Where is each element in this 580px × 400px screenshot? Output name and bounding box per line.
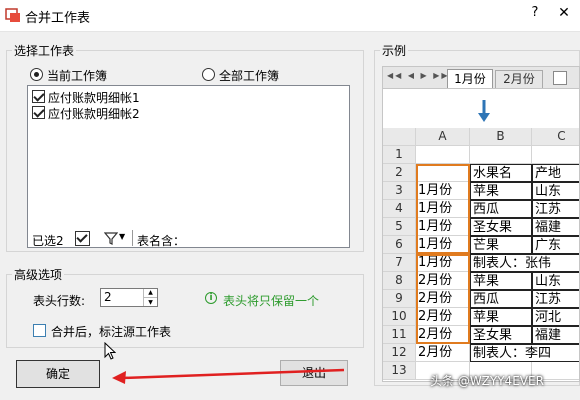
info-icon: i xyxy=(205,292,217,304)
down-arrow-icon xyxy=(478,100,490,122)
cell-c: 福建 xyxy=(532,218,579,236)
row-number: 9 xyxy=(383,290,416,308)
list-item-label: 应付账款明细帐2 xyxy=(48,107,140,121)
cell-c: 广东 xyxy=(532,236,579,254)
list-item-label: 应付账款明细帐1 xyxy=(48,91,140,105)
cell-c: 福建 xyxy=(532,326,579,344)
cell-b xyxy=(470,146,532,164)
window-title: 合并工作表 xyxy=(25,11,91,26)
sheet-list[interactable]: 应付账款明细帐1 应付账款明细帐2 xyxy=(27,85,350,248)
tab-nav-icons: ◀◀ ◀ ▶ ▶▶ xyxy=(387,71,450,80)
header-rows-value: 2 xyxy=(104,290,112,304)
cell-b: 制表人：张伟 xyxy=(470,254,579,272)
cell-c xyxy=(532,146,579,164)
cell-c: 江苏 xyxy=(532,290,579,308)
mouse-cursor-icon xyxy=(104,342,116,360)
advanced-options-title: 高级选项 xyxy=(12,266,65,283)
separator xyxy=(132,230,133,246)
row-number: 7 xyxy=(383,254,416,272)
row-number: 11 xyxy=(383,326,416,344)
row-number: 8 xyxy=(383,272,416,290)
radio-dot xyxy=(30,68,43,81)
select-all-checkbox[interactable] xyxy=(75,231,90,246)
red-arrow-annotation xyxy=(112,368,345,384)
cell-c: 山东 xyxy=(532,272,579,290)
filter-dropdown[interactable]: ▼ xyxy=(103,229,129,247)
row-number: 12 xyxy=(383,344,416,362)
col-header-c: C xyxy=(532,128,579,146)
new-sheet-icon xyxy=(553,71,567,85)
example-title: 示例 xyxy=(380,42,409,59)
cell-b: 圣女果 xyxy=(470,218,532,236)
chevron-down-icon: ▼ xyxy=(119,232,126,241)
cell-c: 产地 xyxy=(532,164,579,182)
cell-b: 西瓜 xyxy=(470,290,532,308)
radio-current-workbook[interactable]: 当前工作簿 xyxy=(30,67,170,83)
cell-b: 苹果 xyxy=(470,308,532,326)
col-header-b: B xyxy=(470,128,532,146)
cell-b: 水果名 xyxy=(470,164,532,182)
example-spreadsheet: ◀◀ ◀ ▶ ▶▶ 1月份 2月份 A B C 1 2 水果名 产地 3 1月份 苹果 山东 4… xyxy=(382,66,580,382)
col-header-a: A xyxy=(416,128,470,146)
corner-cell xyxy=(383,128,416,146)
select-sheets-title: 选择工作表 xyxy=(12,42,77,59)
sheet-tab-2-label: 2月份 xyxy=(503,72,535,86)
cell-b: 西瓜 xyxy=(470,200,532,218)
radio-all-workbooks[interactable]: 全部工作簿 xyxy=(202,67,342,83)
sheet-tab-bar: ◀◀ ◀ ▶ ▶▶ 1月份 2月份 xyxy=(383,67,579,89)
selected-count: 已选2 xyxy=(32,234,64,248)
cell-c: 山东 xyxy=(532,182,579,200)
highlight-box-feb xyxy=(416,254,470,344)
info-text: 表头将只保留一个 xyxy=(223,294,320,308)
row-number: 5 xyxy=(383,218,416,236)
radio-all-label: 全部工作簿 xyxy=(219,69,280,83)
cell-a: 2月份 xyxy=(416,344,470,362)
header-rows-label: 表头行数: xyxy=(33,294,86,308)
sheet-name-filter-label: 表名含： xyxy=(137,234,186,248)
watermark: 头条 @WZYY4EVER xyxy=(430,374,544,388)
app-icon xyxy=(5,8,20,22)
mark-source-option[interactable]: 合并后，标注源工作表 xyxy=(33,322,233,339)
row-number: 1 xyxy=(383,146,416,164)
radio-dot xyxy=(202,68,215,81)
checkbox[interactable] xyxy=(32,106,45,119)
sheet-tab-2: 2月份 xyxy=(495,70,543,88)
checkbox[interactable] xyxy=(33,324,46,337)
row-number: 2 xyxy=(383,164,416,182)
row-number: 13 xyxy=(383,362,416,380)
stepper-up-button[interactable]: ▲ xyxy=(143,289,157,297)
list-item[interactable]: 应付账款明细帐2 xyxy=(32,105,232,121)
cell-b: 苹果 xyxy=(470,182,532,200)
stepper-down-button[interactable]: ▼ xyxy=(143,297,157,306)
highlight-box-jan xyxy=(416,164,470,254)
mark-source-label: 合并后，标注源工作表 xyxy=(51,325,172,339)
title-bar: 合并工作表 ? ✕ xyxy=(0,0,580,32)
sheet-tab-1: 1月份 xyxy=(447,69,493,88)
radio-current-label: 当前工作簿 xyxy=(47,69,108,83)
close-button[interactable]: ✕ xyxy=(554,5,574,25)
list-item[interactable]: 应付账款明细帐1 xyxy=(32,89,232,105)
help-button[interactable]: ? xyxy=(525,5,545,25)
cell-c: 河北 xyxy=(532,308,579,326)
header-rows-stepper[interactable]: 2 ▲ ▼ xyxy=(100,288,158,307)
row-number: 10 xyxy=(383,308,416,326)
ok-button[interactable]: 确定 xyxy=(16,360,100,388)
sheet-tab-1-label: 1月份 xyxy=(454,72,486,86)
cell-b: 制表人：李四 xyxy=(470,344,579,362)
checkbox[interactable] xyxy=(32,90,45,103)
filter-icon xyxy=(104,232,118,245)
row-number: 3 xyxy=(383,182,416,200)
cell-b: 圣女果 xyxy=(470,326,532,344)
row-number: 6 xyxy=(383,236,416,254)
cell-c: 江苏 xyxy=(532,200,579,218)
sheet-name-filter-input[interactable] xyxy=(190,229,346,247)
cell-b: 苹果 xyxy=(470,272,532,290)
sheet-grid: A B C 1 2 水果名 产地 3 1月份 苹果 山东 4 1月份 西瓜 江苏 5 1月份 圣女果 福建 6 1… xyxy=(383,128,579,381)
row-number: 4 xyxy=(383,200,416,218)
cell-b: 芒果 xyxy=(470,236,532,254)
cell-a xyxy=(416,146,470,164)
